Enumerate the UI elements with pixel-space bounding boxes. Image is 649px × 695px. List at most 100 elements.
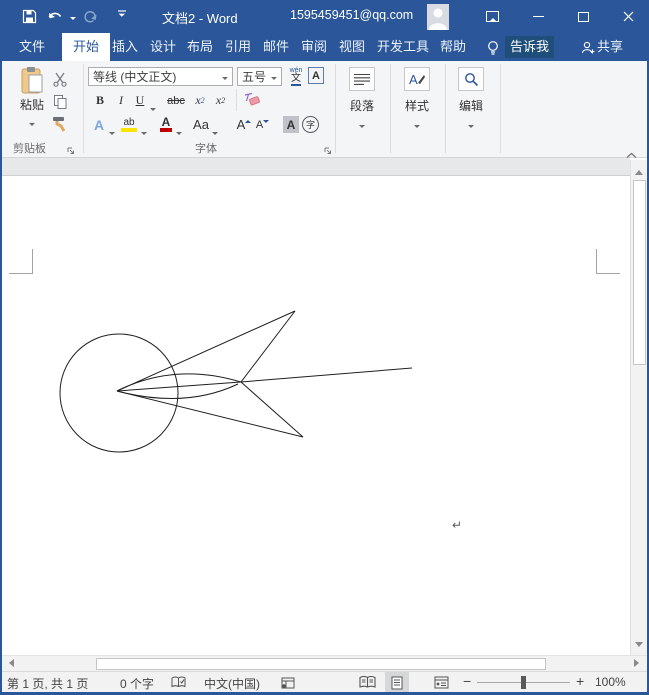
- font-color-button[interactable]: A: [158, 113, 174, 135]
- tab-mailings[interactable]: 邮件: [263, 33, 289, 61]
- tab-insert[interactable]: 插入: [112, 33, 138, 61]
- font-size-dropdown-arrow[interactable]: [271, 70, 277, 84]
- horizontal-scrollbar-thumb[interactable]: [96, 658, 546, 670]
- text-effects-dropdown-arrow[interactable]: [109, 123, 115, 141]
- copy-icon[interactable]: [53, 94, 68, 110]
- paragraph-group-label: 段落: [350, 97, 374, 114]
- styles-dropdown-arrow[interactable]: [414, 118, 420, 132]
- tab-layout[interactable]: 布局: [187, 33, 213, 61]
- window-border-left: [0, 33, 2, 695]
- tab-developer[interactable]: 开发工具: [377, 33, 429, 61]
- superscript-button[interactable]: x2: [212, 91, 229, 110]
- paste-dropdown-arrow[interactable]: [29, 116, 35, 130]
- word-count[interactable]: 0 个字: [120, 675, 154, 692]
- strikethrough-button[interactable]: abc: [164, 91, 188, 110]
- share-person-icon[interactable]: [580, 40, 596, 61]
- status-bar: 第 1 页, 共 1 页 0 个字 中文(中国) − + 100%: [0, 671, 649, 692]
- avatar[interactable]: [427, 4, 449, 30]
- zoom-in-button[interactable]: +: [576, 673, 584, 689]
- change-case-button[interactable]: Aa: [190, 114, 212, 135]
- grow-font-button[interactable]: A: [235, 114, 253, 135]
- group-separator: [83, 64, 84, 153]
- vertical-scrollbar-thumb[interactable]: [633, 180, 646, 365]
- italic-button[interactable]: I: [114, 91, 128, 110]
- underline-dropdown-arrow[interactable]: [150, 99, 156, 117]
- tab-design[interactable]: 设计: [150, 33, 176, 61]
- undo-button[interactable]: [47, 9, 76, 29]
- font-size-value: 五号: [242, 68, 266, 85]
- paragraph-lines-icon: [349, 67, 375, 91]
- margin-mark-top-right: [596, 273, 620, 274]
- tab-help[interactable]: 帮助: [440, 33, 466, 61]
- close-button[interactable]: [611, 0, 645, 33]
- paste-button[interactable]: 粘贴: [12, 66, 52, 130]
- bold-button[interactable]: B: [92, 91, 108, 110]
- character-shading-button[interactable]: A: [283, 116, 299, 133]
- share-button[interactable]: 共享: [597, 33, 623, 61]
- zoom-level[interactable]: 100%: [595, 675, 626, 689]
- highlight-color-swatch: [121, 128, 137, 132]
- page-indicator[interactable]: 第 1 页, 共 1 页: [7, 675, 88, 692]
- lightbulb-icon[interactable]: [486, 40, 500, 61]
- maximize-button[interactable]: [566, 0, 600, 33]
- tab-view[interactable]: 视图: [339, 33, 365, 61]
- format-painter-icon[interactable]: [51, 116, 68, 132]
- font-color-swatch: [160, 128, 172, 132]
- margin-mark-top-right: [596, 249, 597, 274]
- tab-file[interactable]: 文件: [19, 33, 45, 61]
- font-name-dropdown-arrow[interactable]: [222, 70, 228, 84]
- scroll-down-icon[interactable]: [635, 642, 643, 651]
- subscript-button[interactable]: x2: [192, 91, 208, 110]
- change-case-dropdown-arrow[interactable]: [212, 123, 218, 141]
- paragraph-group-button[interactable]: 段落: [340, 67, 384, 132]
- tab-review[interactable]: 审阅: [301, 33, 327, 61]
- paragraph-dropdown-arrow[interactable]: [359, 118, 365, 132]
- print-layout-button[interactable]: [385, 672, 409, 693]
- zoom-slider-thumb[interactable]: [521, 676, 526, 689]
- macro-record-icon[interactable]: [281, 677, 295, 692]
- phonetic-guide-button[interactable]: wén 文: [286, 65, 306, 87]
- svg-text:A: A: [409, 72, 418, 87]
- customize-quick-access-icon[interactable]: [117, 7, 127, 25]
- scroll-right-icon[interactable]: [634, 659, 643, 667]
- ribbon-display-options-icon[interactable]: [478, 0, 506, 33]
- styles-group-button[interactable]: A 样式: [395, 67, 439, 132]
- read-mode-button[interactable]: [352, 672, 382, 693]
- highlight-color-button[interactable]: ab: [120, 113, 138, 135]
- paste-label: 粘贴: [20, 96, 44, 113]
- character-border-button[interactable]: A: [308, 67, 324, 84]
- scroll-left-icon[interactable]: [5, 659, 14, 667]
- account-email[interactable]: 1595459451@qq.com: [290, 8, 413, 22]
- editing-group-button[interactable]: 编辑: [449, 67, 493, 132]
- language-indicator[interactable]: 中文(中国): [204, 675, 260, 692]
- proofing-status-icon[interactable]: [171, 676, 186, 692]
- tell-me-box[interactable]: 告诉我: [505, 36, 554, 58]
- highlight-dropdown-arrow[interactable]: [141, 123, 147, 141]
- redo-icon[interactable]: [82, 9, 98, 29]
- clipboard-icon: [19, 66, 45, 96]
- scroll-up-icon[interactable]: [635, 166, 643, 175]
- shrink-font-button[interactable]: A: [254, 114, 271, 135]
- clear-formatting-icon[interactable]: [242, 92, 260, 107]
- editing-dropdown-arrow[interactable]: [468, 118, 474, 132]
- zoom-out-button[interactable]: −: [463, 673, 471, 689]
- minimize-button[interactable]: [521, 0, 555, 33]
- vertical-scrollbar[interactable]: [630, 160, 647, 655]
- ribbon: 粘贴 剪贴板 等线 (中文正文) 五号 wén 文 A B I: [0, 61, 649, 158]
- text-effects-button[interactable]: A: [90, 114, 108, 135]
- font-group-label: 字体: [195, 140, 217, 156]
- web-layout-button[interactable]: [426, 672, 456, 693]
- group-separator: [390, 64, 391, 153]
- font-color-dropdown-arrow[interactable]: [176, 123, 182, 141]
- tab-references[interactable]: 引用: [225, 33, 251, 61]
- save-icon[interactable]: [22, 9, 37, 29]
- tab-home[interactable]: 开始: [62, 33, 110, 61]
- page-surround: [2, 158, 630, 176]
- margin-mark-top-left: [32, 249, 33, 274]
- cut-icon[interactable]: [52, 72, 68, 87]
- font-size-select[interactable]: 五号: [237, 67, 282, 86]
- enclose-characters-button[interactable]: 字: [302, 116, 319, 133]
- font-name-select[interactable]: 等线 (中文正文): [88, 67, 233, 86]
- horizontal-scrollbar[interactable]: [0, 655, 649, 671]
- underline-button[interactable]: U: [133, 91, 147, 110]
